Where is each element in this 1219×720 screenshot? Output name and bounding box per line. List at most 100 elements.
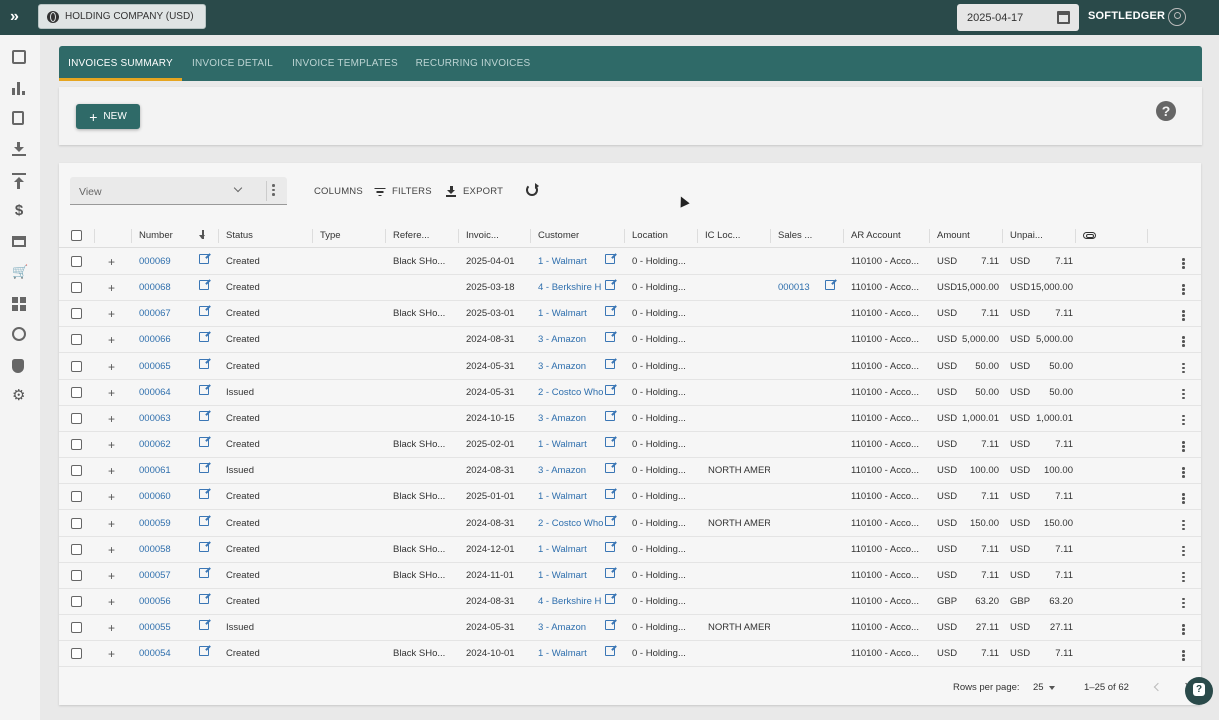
customer-link[interactable]: 1 - Walmart (538, 484, 606, 510)
external-link-icon[interactable] (605, 489, 615, 500)
header-status[interactable]: Status (226, 224, 253, 248)
help-icon[interactable]: ? (1156, 101, 1176, 121)
company-selector[interactable]: HOLDING COMPANY (USD) (38, 4, 206, 29)
customer-link[interactable]: 1 - Walmart (538, 563, 606, 589)
external-link-icon[interactable] (199, 463, 209, 474)
external-link-icon[interactable] (605, 593, 615, 604)
row-checkbox[interactable] (71, 517, 82, 529)
row-checkbox[interactable] (71, 465, 82, 477)
expand-row-icon[interactable]: + (108, 249, 115, 275)
customer-link[interactable]: 3 - Amazon (538, 458, 606, 484)
table-row[interactable]: +000056 Created 2024-08-31 4 - Berkshire H 0… (59, 589, 1201, 615)
invoice-number-link[interactable]: 000069 (139, 249, 171, 275)
upload-icon[interactable] (12, 173, 26, 189)
table-row[interactable]: +000063 Created 2024-10-15 3 - Amazon 0 - Ho… (59, 406, 1201, 432)
external-link-icon[interactable] (825, 280, 835, 291)
expand-row-icon[interactable]: + (108, 484, 115, 510)
row-checkbox[interactable] (71, 439, 82, 451)
row-checkbox[interactable] (71, 308, 82, 320)
external-link-icon[interactable] (605, 515, 615, 526)
row-checkbox[interactable] (71, 543, 82, 555)
external-link-icon[interactable] (605, 280, 615, 291)
expand-row-icon[interactable]: + (108, 327, 115, 353)
customer-link[interactable]: 2 - Costco Who (538, 380, 606, 406)
customer-link[interactable]: 3 - Amazon (538, 615, 606, 641)
chat-icon[interactable] (1185, 677, 1213, 705)
sales-order-link[interactable]: 000013 (778, 275, 810, 301)
row-menu-icon[interactable] (1182, 624, 1185, 636)
invoice-number-link[interactable]: 000060 (139, 484, 171, 510)
user-icon[interactable] (1168, 8, 1186, 26)
tab-invoice-detail[interactable]: INVOICE DETAIL (185, 46, 280, 81)
external-link-icon[interactable] (605, 254, 615, 264)
external-link-icon[interactable] (199, 358, 209, 369)
customer-link[interactable]: 4 - Berkshire H (538, 275, 606, 301)
expand-icon[interactable]: » (10, 8, 30, 26)
expand-row-icon[interactable]: + (108, 589, 115, 615)
external-link-icon[interactable] (605, 567, 615, 578)
invoice-number-link[interactable]: 000055 (139, 615, 171, 641)
expand-row-icon[interactable]: + (108, 511, 115, 537)
row-menu-icon[interactable] (1182, 597, 1185, 610)
expand-row-icon[interactable]: + (108, 432, 115, 458)
invoice-number-link[interactable]: 000056 (139, 589, 171, 615)
table-row[interactable]: +000068 Created 2025-03-18 4 - Berkshire H 0… (59, 275, 1201, 302)
external-link-icon[interactable] (605, 410, 615, 421)
customer-link[interactable]: 2 - Costco Who (538, 511, 606, 537)
header-sales[interactable]: Sales ... (778, 224, 812, 248)
sort-arrow-icon[interactable] (199, 230, 205, 239)
external-link-icon[interactable] (605, 646, 615, 657)
table-row[interactable]: +000065 Created 2024-05-31 3 - Amazon 0 - Ho… (59, 354, 1201, 380)
table-row[interactable]: +000061 Issued 2024-08-31 3 - Amazon 0 - Hol… (59, 458, 1201, 485)
row-menu-icon[interactable] (1182, 467, 1185, 479)
columns-button[interactable]: COLUMNS (297, 186, 363, 197)
credit-card-icon[interactable] (12, 236, 26, 247)
view-menu-icon[interactable] (272, 184, 275, 198)
header-amount[interactable]: Amount (937, 224, 970, 248)
row-checkbox[interactable] (71, 569, 82, 581)
expand-row-icon[interactable]: + (108, 301, 115, 327)
customer-link[interactable]: 1 - Walmart (538, 641, 606, 667)
invoice-number-link[interactable]: 000058 (139, 537, 171, 563)
external-link-icon[interactable] (199, 410, 209, 421)
report-icon[interactable] (12, 50, 26, 64)
customer-link[interactable]: 3 - Amazon (538, 327, 606, 353)
expand-row-icon[interactable]: + (108, 406, 115, 432)
customer-link[interactable]: 1 - Walmart (538, 537, 606, 563)
tab-invoices-summary[interactable]: INVOICES SUMMARY (59, 46, 182, 81)
row-checkbox[interactable] (71, 386, 82, 398)
external-link-icon[interactable] (605, 541, 615, 552)
row-menu-icon[interactable] (1182, 414, 1185, 427)
export-button[interactable]: EXPORT (446, 186, 503, 197)
table-row[interactable]: +000055 Issued 2024-05-31 3 - Amazon 0 - Hol… (59, 615, 1201, 642)
row-menu-icon[interactable] (1182, 336, 1185, 348)
customer-link[interactable]: 1 - Walmart (538, 249, 606, 275)
header-location[interactable]: Location (632, 224, 668, 248)
external-link-icon[interactable] (605, 463, 615, 474)
row-menu-icon[interactable] (1182, 362, 1185, 375)
expand-row-icon[interactable]: + (108, 563, 115, 589)
expand-row-icon[interactable]: + (108, 641, 115, 667)
view-select[interactable]: View (70, 177, 287, 205)
row-menu-icon[interactable] (1182, 258, 1185, 270)
prev-page-icon[interactable] (1153, 682, 1163, 692)
date-field[interactable]: 2025-04-17 (957, 4, 1079, 31)
download-icon[interactable] (12, 142, 26, 156)
invoice-number-link[interactable]: 000064 (139, 380, 171, 406)
external-link-icon[interactable] (199, 541, 209, 552)
row-checkbox[interactable] (71, 256, 82, 267)
cart-icon[interactable]: 🛒 (12, 265, 28, 279)
expand-row-icon[interactable]: + (108, 615, 115, 641)
row-checkbox[interactable] (71, 648, 82, 660)
customer-link[interactable]: 3 - Amazon (538, 406, 606, 432)
refresh-icon[interactable] (526, 183, 539, 196)
table-row[interactable]: +000057 Created Black SHo... 2024-11-01 1 - … (59, 563, 1201, 589)
table-row[interactable]: +000066 Created 2024-08-31 3 - Amazon 0 - Ho… (59, 327, 1201, 354)
external-link-icon[interactable] (199, 593, 209, 604)
hub-icon[interactable] (12, 327, 26, 341)
external-link-icon[interactable] (199, 620, 209, 631)
row-checkbox[interactable] (71, 282, 82, 294)
tab-invoice-templates[interactable]: INVOICE TEMPLATES (287, 46, 403, 81)
row-menu-icon[interactable] (1182, 441, 1185, 453)
new-invoice-button[interactable]: + NEW (76, 104, 140, 129)
